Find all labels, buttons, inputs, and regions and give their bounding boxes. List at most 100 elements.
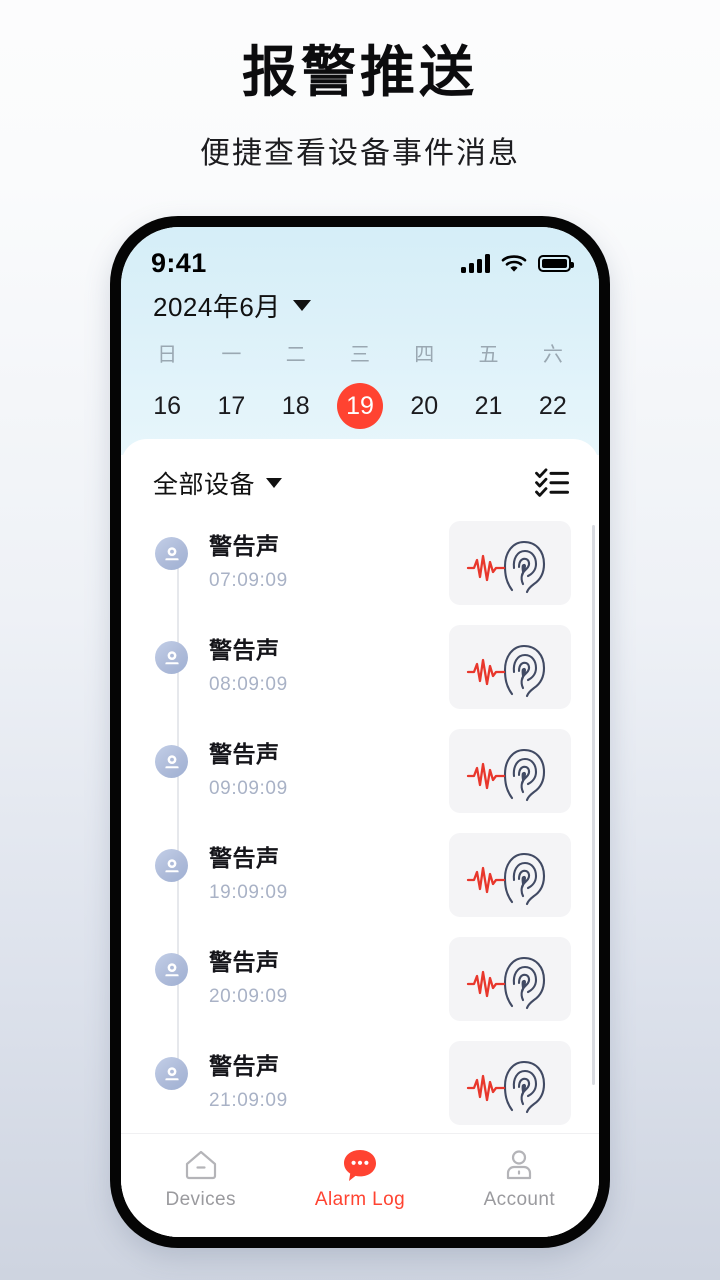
- wifi-icon: [501, 254, 527, 272]
- page-title: 报警推送: [241, 41, 478, 103]
- alarm-item-text: 警告声 08:09:09: [209, 623, 449, 696]
- tab-account[interactable]: Account: [440, 1146, 599, 1211]
- alarm-time: 20:09:09: [209, 986, 288, 1007]
- alarm-title: 警告声: [209, 1053, 280, 1079]
- weekday-name-0: 日: [157, 344, 178, 366]
- alarm-item-text: 警告声 21:09:09: [209, 1039, 449, 1112]
- tab-label: Account: [483, 1189, 556, 1210]
- weekday-name-row: 日一二三四五六: [135, 338, 585, 383]
- camera-icon: [164, 1066, 179, 1080]
- alarm-title: 警告声: [209, 845, 280, 871]
- tab-icon: [121, 1146, 280, 1184]
- alarm-list-item[interactable]: 警告声 21:09:09: [155, 1039, 599, 1133]
- calendar-day-number: 21: [474, 391, 503, 420]
- calendar-day-18[interactable]: 18: [264, 383, 328, 437]
- page-subtitle: 便捷查看设备事件消息: [200, 136, 520, 170]
- alarm-item-text: 警告声 09:09:09: [209, 727, 449, 800]
- device-avatar: [155, 537, 188, 570]
- ear-soundwave-icon: [466, 852, 546, 906]
- alarm-title: 警告声: [209, 741, 280, 767]
- alarm-list-item[interactable]: 警告声 19:09:09: [155, 831, 599, 935]
- checklist-select-icon[interactable]: [535, 468, 569, 498]
- calendar-day-21[interactable]: 21: [456, 383, 520, 437]
- week-strip: 日 一 二 三 四 五 六 16 17 18 19 20 21 22: [121, 334, 599, 437]
- alarm-thumbnail[interactable]: [449, 833, 571, 917]
- camera-icon: [164, 858, 179, 872]
- camera-icon: [164, 650, 179, 664]
- alarm-thumbnail[interactable]: [449, 521, 571, 605]
- device-avatar: [155, 745, 188, 778]
- tab-icon: [280, 1146, 439, 1184]
- alarm-title: 警告声: [209, 949, 280, 975]
- cellular-signal-icon: [461, 253, 490, 273]
- weekday-date-row: 16 17 18 19 20 21 22: [135, 383, 585, 437]
- tab-devices[interactable]: Devices: [121, 1146, 280, 1211]
- phone-mockup: 9:41 2024年6月 日一二三四五六 16 17 18 19 20 21 2…: [110, 216, 610, 1248]
- alarm-time: 21:09:09: [209, 1090, 288, 1111]
- chevron-down-icon: [266, 478, 283, 488]
- calendar-day-22[interactable]: 22: [521, 383, 585, 437]
- tab-icon: [440, 1146, 599, 1184]
- status-bar: 9:41: [121, 243, 599, 283]
- calendar-day-number: 22: [538, 391, 567, 420]
- calendar-day-17[interactable]: 17: [199, 383, 263, 437]
- status-time: 9:41: [151, 247, 207, 278]
- calendar-day-number: 19: [336, 383, 383, 429]
- status-icon-group: [461, 253, 574, 273]
- ear-soundwave-icon: [466, 644, 546, 698]
- calendar-day-number: 20: [410, 391, 439, 420]
- alarm-list: 警告声 07:09:09 警告声 08:09:09 警告声 09:09:09 警…: [121, 519, 599, 1133]
- tab-label: Devices: [165, 1189, 236, 1210]
- calendar-day-number: 18: [281, 391, 310, 420]
- calendar-day-16[interactable]: 16: [135, 383, 199, 437]
- device-avatar: [155, 641, 188, 674]
- ear-soundwave-icon: [466, 956, 546, 1010]
- alarm-thumbnail[interactable]: [449, 937, 571, 1021]
- weekday-name-5: 五: [478, 344, 499, 366]
- alarm-item-text: 警告声 20:09:09: [209, 935, 449, 1008]
- calendar-day-19[interactable]: 19: [328, 383, 392, 437]
- battery-full-icon: [538, 254, 574, 272]
- alarm-list-item[interactable]: 警告声 07:09:09: [155, 519, 599, 623]
- alarm-thumbnail[interactable]: [449, 625, 571, 709]
- person-icon: [507, 1150, 532, 1180]
- weekday-name-1: 一: [221, 344, 242, 366]
- alarm-item-text: 警告声 19:09:09: [209, 831, 449, 904]
- calendar-day-number: 17: [217, 391, 246, 420]
- month-label: 2024年6月: [153, 292, 281, 322]
- ear-soundwave-icon: [466, 540, 546, 594]
- list-scrollbar[interactable]: [592, 525, 595, 1085]
- alarm-title: 警告声: [209, 533, 280, 559]
- alarm-list-item[interactable]: 警告声 09:09:09: [155, 727, 599, 831]
- weekday-name-4: 四: [414, 344, 435, 366]
- alarm-time: 07:09:09: [209, 570, 288, 591]
- content-sheet: 全部设备 警告声 07:09:09 警告声 08:09:09 警告声 09:09…: [121, 439, 599, 1237]
- promo-header: 报警推送 便捷查看设备事件消息: [0, 42, 720, 172]
- weekday-name-3: 三: [349, 344, 370, 366]
- camera-icon: [164, 962, 179, 976]
- home-icon: [185, 1150, 216, 1180]
- weekday-name-2: 二: [285, 344, 306, 366]
- alarm-list-item[interactable]: 警告声 08:09:09: [155, 623, 599, 727]
- alarm-time: 09:09:09: [209, 778, 288, 799]
- ear-soundwave-icon: [466, 1060, 546, 1114]
- chevron-down-icon: [292, 300, 311, 311]
- alarm-list-item[interactable]: 警告声 20:09:09: [155, 935, 599, 1039]
- device-filter-dropdown[interactable]: 全部设备: [153, 465, 283, 501]
- bottom-tab-bar: Devices Alarm Log Account: [121, 1133, 599, 1237]
- alarm-thumbnail[interactable]: [449, 1041, 571, 1125]
- device-avatar: [155, 849, 188, 882]
- device-avatar: [155, 953, 188, 986]
- tab-alarm-log[interactable]: Alarm Log: [280, 1146, 439, 1211]
- calendar-day-20[interactable]: 20: [392, 383, 456, 437]
- alarm-time: 08:09:09: [209, 674, 288, 695]
- device-avatar: [155, 1057, 188, 1090]
- ear-soundwave-icon: [466, 748, 546, 802]
- tab-label: Alarm Log: [314, 1189, 406, 1210]
- month-selector[interactable]: 2024年6月: [121, 283, 599, 334]
- filter-bar: 全部设备: [121, 439, 599, 519]
- calendar-panel: 9:41 2024年6月 日一二三四五六 16 17 18 19 20 21 2…: [121, 227, 599, 455]
- alarm-time: 19:09:09: [209, 882, 288, 903]
- alarm-thumbnail[interactable]: [449, 729, 571, 813]
- alarm-item-text: 警告声 07:09:09: [209, 519, 449, 592]
